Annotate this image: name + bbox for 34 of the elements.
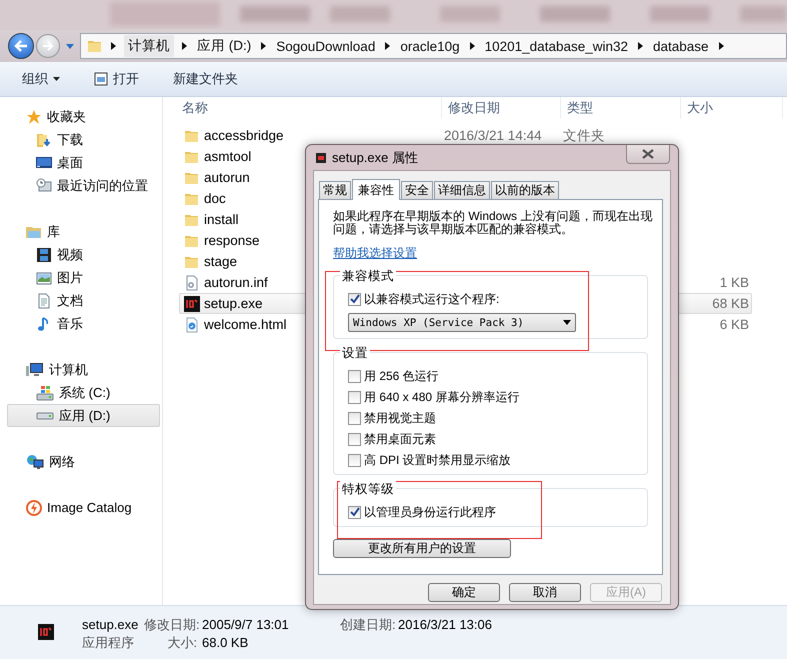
size-cell-text: 68 KB xyxy=(711,296,749,311)
group-label: 兼容模式 xyxy=(340,268,396,285)
file-name: autorun.inf xyxy=(204,275,268,290)
status-value: 2016/3/21 13:06 xyxy=(398,617,493,632)
file-name: response xyxy=(204,233,260,248)
status-value: 68.0 KB xyxy=(202,635,250,650)
checkbox-label: 用 640 x 480 屏幕分辨率运行 xyxy=(364,388,520,406)
type-cell-text: 文件夹 xyxy=(563,126,606,144)
file-name: welcome.html xyxy=(204,317,287,332)
date-cell-text: 2016/3/21 14:44 xyxy=(443,128,543,143)
description-text: 如果此程序在早期版本的 Windows 上没有问题，而现在出现问题，请选择与该早期版本匹配的兼容模式。 xyxy=(333,210,653,236)
checkbox-label: 禁用桌面元素 xyxy=(364,430,436,448)
status-file-name: setup.exe xyxy=(82,617,140,632)
checkbox-label: 用 256 色运行 xyxy=(364,368,439,384)
window-title: setup.exe 属性 xyxy=(332,148,418,166)
status-file-type: 应用程序 xyxy=(82,634,135,652)
file-name: setup.exe xyxy=(204,296,263,311)
file-name: doc xyxy=(204,191,226,206)
file-name: accessbridge xyxy=(204,128,284,143)
file-name: asmtool xyxy=(204,149,252,164)
status-value: 2005/9/7 13:01 xyxy=(202,617,290,632)
group-label: 特权等级 xyxy=(340,481,396,498)
file-name: install xyxy=(204,212,239,227)
file-name: autorun xyxy=(204,170,250,185)
checkbox-label: 禁用视觉主题 xyxy=(364,410,436,426)
file-name: stage xyxy=(204,254,238,269)
size-cell-text: 6 KB xyxy=(718,317,749,332)
status-label: 创建日期: xyxy=(340,616,397,634)
status-label: 修改日期: xyxy=(144,616,201,634)
checkbox-label: 以兼容模式运行这个程序: xyxy=(364,290,500,308)
checkbox-label: 以管理员身份运行此程序 xyxy=(364,504,496,520)
checkbox-label: 高 DPI 设置时禁用显示缩放 xyxy=(364,452,511,468)
size-cell-text: 1 KB xyxy=(718,275,749,290)
status-label: 大小: xyxy=(166,634,198,652)
